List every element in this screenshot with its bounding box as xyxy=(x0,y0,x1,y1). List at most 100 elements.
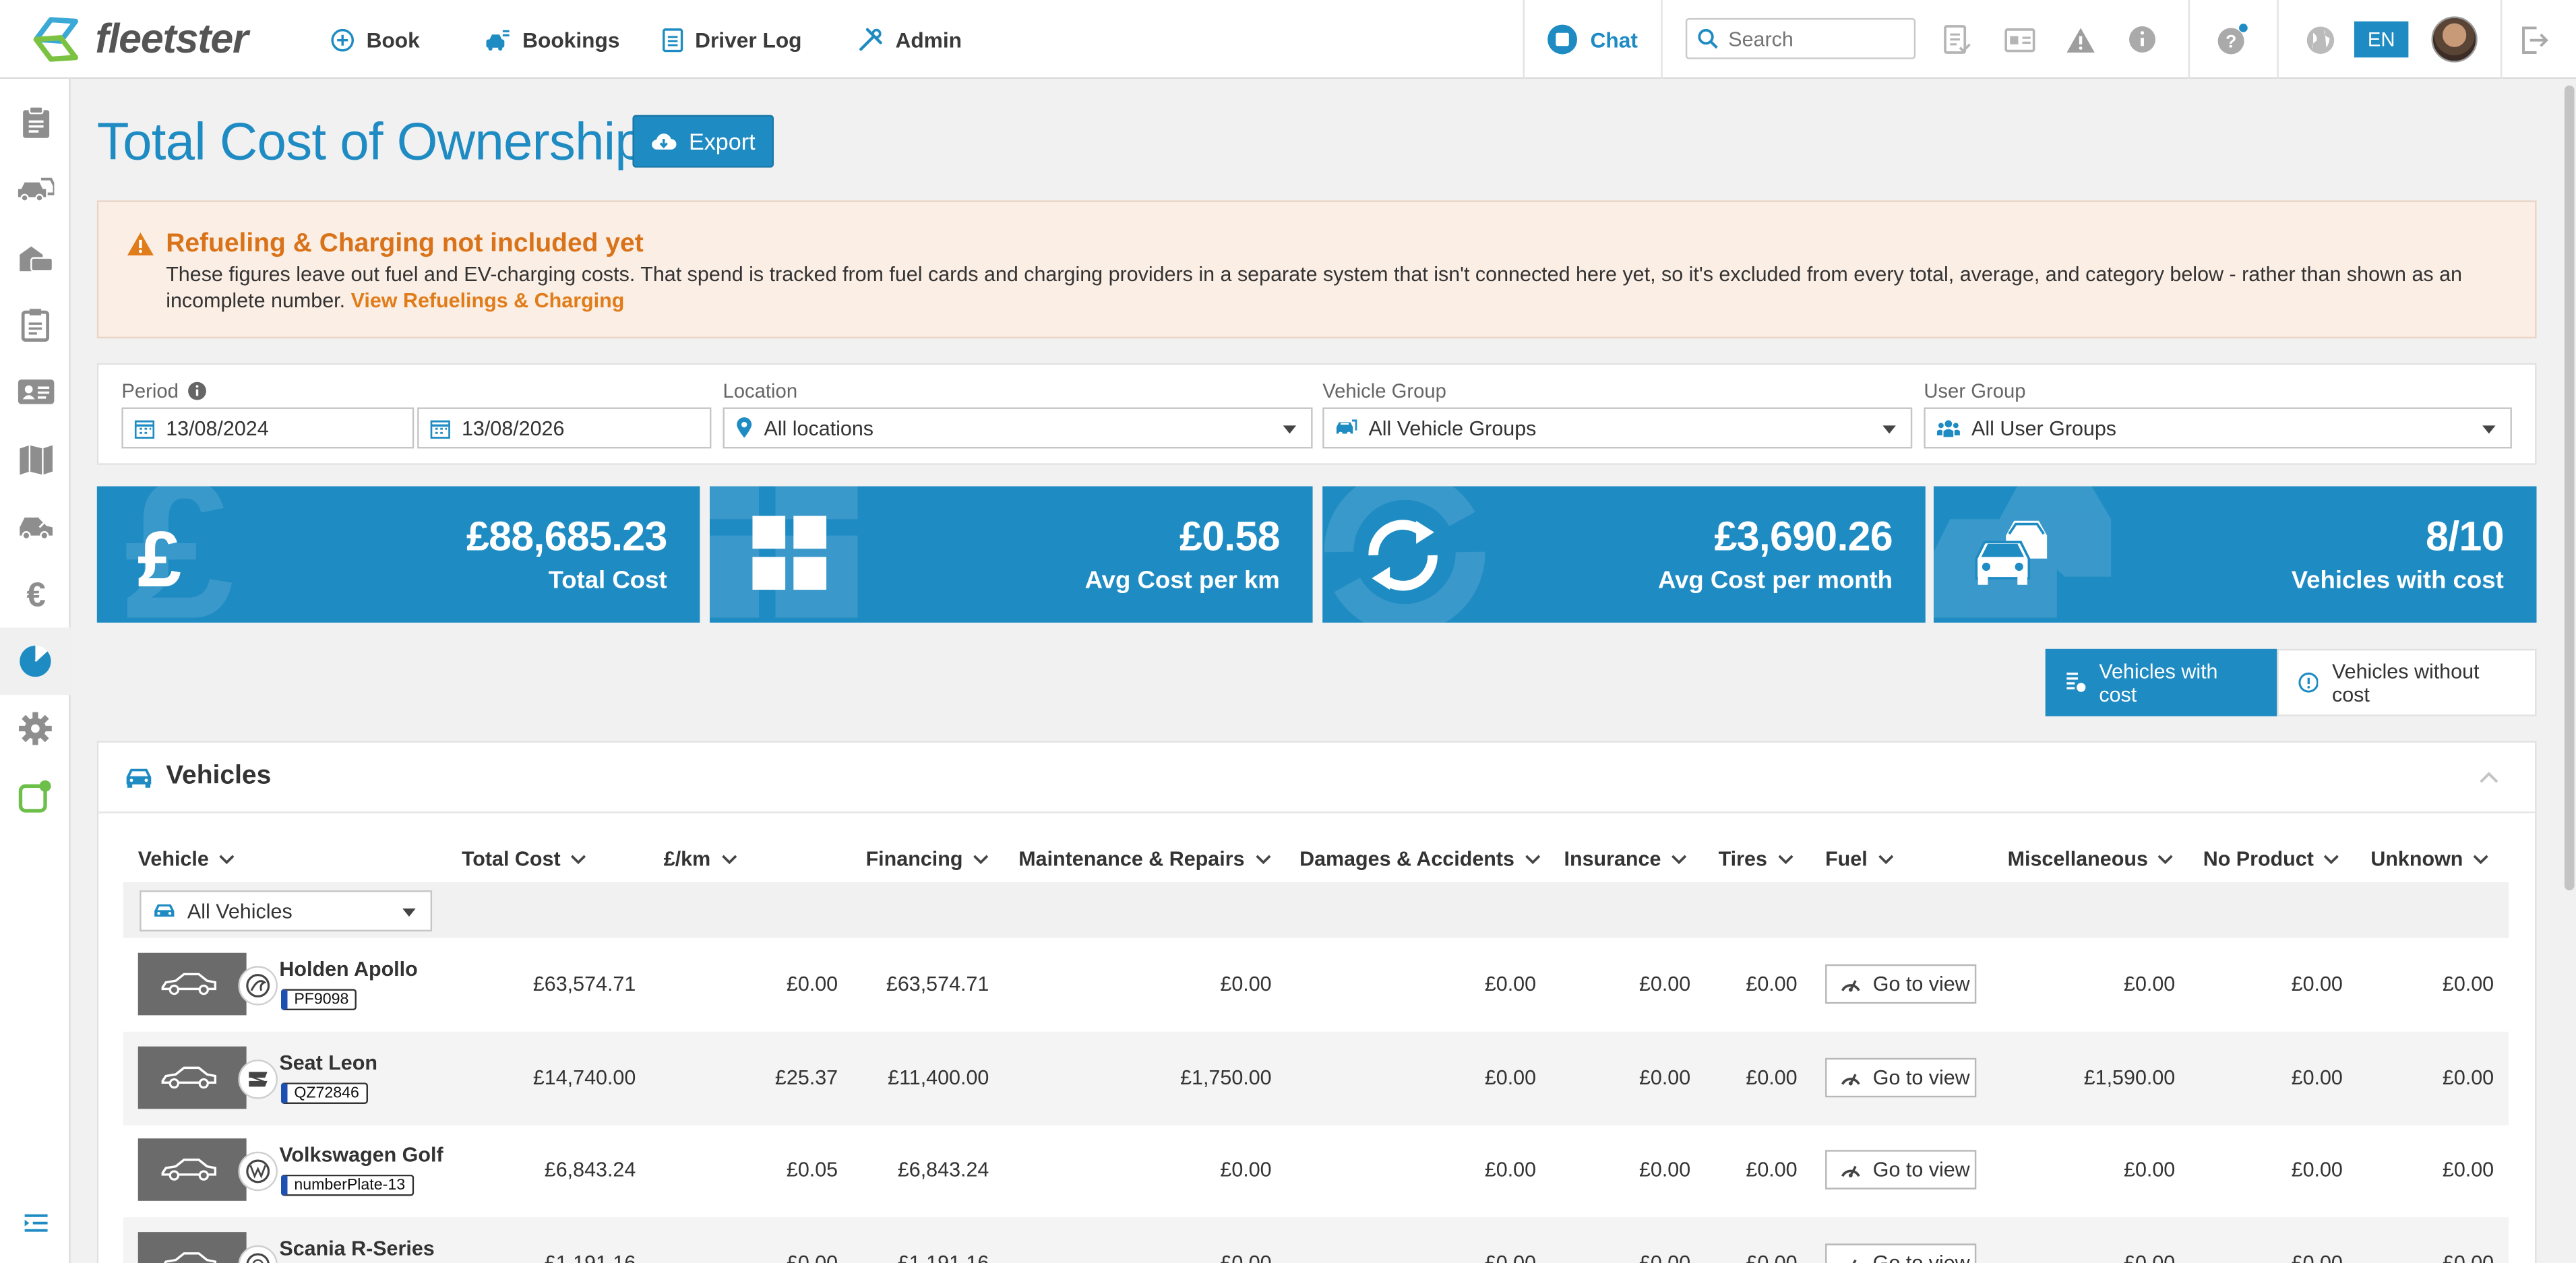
cell-unknown: £0.00 xyxy=(2443,1252,2494,1263)
user-group-select[interactable]: All User Groups xyxy=(1924,407,2512,449)
chevron-down-icon xyxy=(1777,855,1793,865)
sidebar-item-tco[interactable] xyxy=(0,627,71,696)
language-button[interactable]: EN xyxy=(2354,21,2409,58)
column-header-total-cost[interactable]: Total Cost xyxy=(462,848,587,871)
sidebar-collapse[interactable] xyxy=(0,1190,71,1257)
sidebar-item-driver-log[interactable] xyxy=(0,290,71,358)
gear-icon xyxy=(19,712,52,745)
vehicle-name[interactable]: Holden Apollo xyxy=(279,958,417,981)
cell-no-product: £0.00 xyxy=(2291,1158,2343,1181)
date-from-field[interactable]: 13/08/2024 xyxy=(121,407,415,449)
stat-card-avg-km: £0.58 Avg Cost per km xyxy=(710,486,1313,623)
info-icon[interactable] xyxy=(2126,23,2159,56)
nav-book[interactable]: Book xyxy=(330,0,420,79)
cell-maintenance: £0.00 xyxy=(1220,1158,1272,1181)
info-icon[interactable] xyxy=(187,381,206,401)
vehicle-thumbnail[interactable] xyxy=(137,1232,278,1263)
column-header-maintenance[interactable]: Maintenance & Repairs xyxy=(1018,848,1270,871)
sidebar-item-apps[interactable] xyxy=(0,762,71,830)
euro-icon: € xyxy=(26,578,44,611)
sidebar-item-routes[interactable] xyxy=(0,425,71,493)
vehicle-name[interactable]: Seat Leon xyxy=(279,1051,377,1074)
sidebar-item-bookings[interactable] xyxy=(0,156,71,224)
globe-icon[interactable] xyxy=(2303,23,2336,56)
table-row[interactable]: Seat Leon QZ72846 £14,740.00 £25.37 £11,400.… xyxy=(123,1031,2509,1126)
location-select[interactable]: All locations xyxy=(723,407,1313,449)
column-header-unknown[interactable]: Unknown xyxy=(2370,848,2489,871)
panel-header[interactable]: Vehicles xyxy=(98,743,2536,813)
license-plate: QZ72846 xyxy=(280,1082,368,1104)
stat-label: Total Cost xyxy=(548,566,667,595)
divider xyxy=(2500,0,2503,79)
id-card-icon[interactable] xyxy=(2002,23,2035,56)
clipboard-icon xyxy=(663,28,683,53)
vehicle-filter-select[interactable]: All Vehicles xyxy=(140,890,433,932)
column-header-insurance[interactable]: Insurance xyxy=(1564,848,1688,871)
go-to-view-label: Go to view xyxy=(1872,1158,1970,1181)
stat-card-total-cost: £ £ £88,685.23 Total Cost xyxy=(96,486,700,623)
cell-total: £14,740.00 xyxy=(532,1066,636,1090)
vehicles-with-cost-toggle[interactable]: Vehicles with cost xyxy=(2045,648,2277,716)
sidebar-item-costs[interactable]: € xyxy=(0,560,71,627)
warning-icon xyxy=(127,232,154,256)
sidebar-item-settings[interactable] xyxy=(0,695,71,762)
view-refuelings-link[interactable]: View Refuelings & Charging xyxy=(351,289,625,312)
sidebar-item-damages[interactable] xyxy=(0,493,71,560)
chat-button[interactable]: Chat xyxy=(1547,0,1638,79)
date-to-field[interactable]: 13/08/2026 xyxy=(417,407,712,449)
table-row[interactable]: Scania R-Series £1,191.16 £0.00 £1,191.16 £0… xyxy=(123,1217,2509,1263)
column-header-per-km[interactable]: £/km xyxy=(664,848,737,871)
chevron-down-icon xyxy=(1672,855,1687,865)
search-input[interactable] xyxy=(1728,27,1893,51)
column-header-tires[interactable]: Tires xyxy=(1719,848,1793,871)
cell-total: £63,574.71 xyxy=(532,973,636,996)
chevron-down-icon xyxy=(571,855,586,865)
car-silhouette-icon xyxy=(161,973,217,995)
nav-driver-log[interactable]: Driver Log xyxy=(662,0,802,79)
checklist-icon[interactable] xyxy=(1940,23,1973,56)
column-header-fuel[interactable]: Fuel xyxy=(1825,848,1894,871)
vehicle-thumbnail[interactable] xyxy=(137,952,278,1016)
search-box[interactable] xyxy=(1685,18,1916,59)
stat-label: Vehicles with cost xyxy=(2291,566,2504,595)
logout-icon[interactable] xyxy=(2519,23,2552,56)
sidebar-item-tasks[interactable] xyxy=(0,89,71,156)
chevron-down-icon xyxy=(1878,855,1893,865)
go-to-view-button[interactable]: Go to view xyxy=(1825,1057,1977,1098)
go-to-view-button[interactable]: Go to view xyxy=(1825,964,1977,1004)
vehicle-thumbnail[interactable] xyxy=(137,1046,278,1109)
go-to-view-button[interactable]: Go to view xyxy=(1825,1243,1977,1263)
sidebar-item-drivers[interactable] xyxy=(0,358,71,425)
table-row[interactable]: Holden Apollo PF9098 £63,574.71 £0.00 £63,57… xyxy=(123,938,2509,1032)
avatar[interactable] xyxy=(2431,16,2478,63)
help-icon[interactable]: ? xyxy=(2216,23,2249,56)
license-plate: numberPlate-13 xyxy=(280,1174,414,1196)
logo[interactable]: fleetster xyxy=(26,15,249,64)
vehicle-group-select[interactable]: All Vehicle Groups xyxy=(1322,407,1913,449)
column-header-no-product[interactable]: No Product xyxy=(2203,848,2340,871)
vehicles-without-cost-toggle[interactable]: Vehicles without cost xyxy=(2277,648,2537,716)
fuel-gauge-icon xyxy=(1841,1074,1860,1086)
column-header-vehicle[interactable]: Vehicle xyxy=(138,848,235,871)
table-row[interactable]: Volkswagen Golf numberPlate-13 £6,843.24 £0… xyxy=(123,1123,2509,1217)
plus-circle-icon xyxy=(331,28,355,51)
nav-admin[interactable]: Admin xyxy=(857,0,962,79)
chevron-up-icon[interactable] xyxy=(2479,770,2498,784)
column-header-miscellaneous[interactable]: Miscellaneous xyxy=(2008,848,2174,871)
stat-label: Avg Cost per month xyxy=(1657,566,1893,595)
nav-bookings[interactable]: Bookings xyxy=(485,0,620,79)
vehicle-thumbnail[interactable] xyxy=(137,1138,278,1201)
scrollbar-thumb[interactable] xyxy=(2564,85,2575,891)
chevron-down-icon xyxy=(2158,855,2174,865)
sidebar-item-fleet[interactable] xyxy=(0,224,71,291)
go-to-view-button[interactable]: Go to view xyxy=(1825,1150,1977,1190)
column-header-damages[interactable]: Damages & Accidents xyxy=(1299,848,1541,871)
vehicle-name[interactable]: Scania R-Series xyxy=(279,1237,434,1260)
vehicle-name[interactable]: Volkswagen Golf xyxy=(279,1144,443,1167)
warning-icon[interactable] xyxy=(2064,23,2097,56)
cell-unknown: £0.00 xyxy=(2442,1066,2494,1090)
calendar-icon xyxy=(134,419,155,438)
cell-damages: £0.00 xyxy=(1484,973,1537,996)
export-button[interactable]: Export xyxy=(632,115,774,168)
column-header-financing[interactable]: Financing xyxy=(866,848,989,871)
